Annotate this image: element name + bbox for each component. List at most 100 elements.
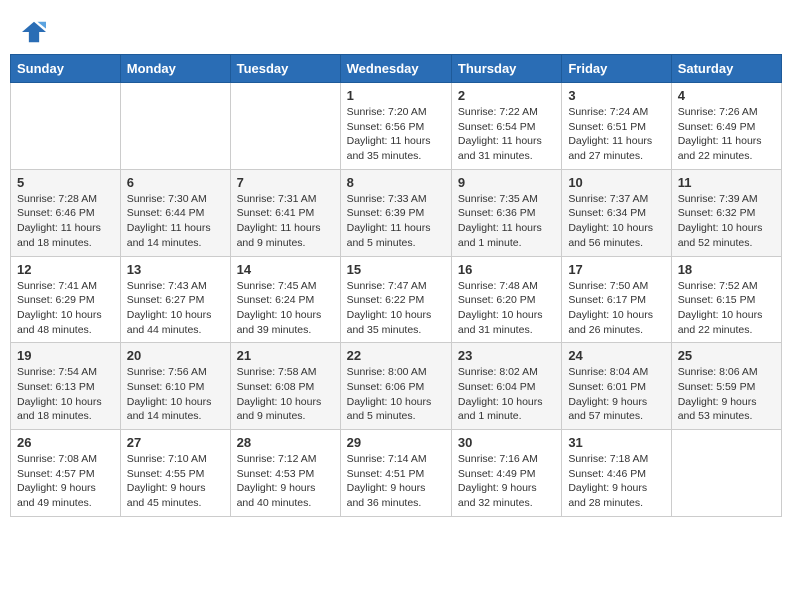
day-info: Sunrise: 7:18 AM Sunset: 4:46 PM Dayligh… xyxy=(568,452,664,511)
day-number: 24 xyxy=(568,348,664,363)
calendar-cell: 29 Sunrise: 7:14 AM Sunset: 4:51 PM Dayli… xyxy=(340,430,451,517)
col-header-sunday: Sunday xyxy=(11,55,121,83)
calendar-cell: 19Sunrise: 7:54 AM Sunset: 6:13 PM Dayli… xyxy=(11,343,121,430)
logo xyxy=(20,20,52,44)
calendar-cell: 1 Sunrise: 7:20 AM Sunset: 6:56 PM Daylig… xyxy=(340,83,451,170)
day-number: 28 xyxy=(237,435,334,450)
day-info: Sunrise: 7:48 AM Sunset: 6:20 PM Dayligh… xyxy=(458,279,555,338)
day-info: Sunrise: 7:54 AM Sunset: 6:13 PM Dayligh… xyxy=(17,365,114,424)
day-number: 31 xyxy=(568,435,664,450)
calendar-cell: 16 Sunrise: 7:48 AM Sunset: 6:20 PM Dayli… xyxy=(451,256,561,343)
week-row-1: 1 Sunrise: 7:20 AM Sunset: 6:56 PM Daylig… xyxy=(11,83,782,170)
calendar-cell: 17 Sunrise: 7:50 AM Sunset: 6:17 PM Dayli… xyxy=(562,256,671,343)
day-number: 20 xyxy=(127,348,224,363)
col-header-tuesday: Tuesday xyxy=(230,55,340,83)
calendar-cell: 10Sunrise: 7:37 AM Sunset: 6:34 PM Dayli… xyxy=(562,169,671,256)
calendar-cell: 4 Sunrise: 7:26 AM Sunset: 6:49 PM Daylig… xyxy=(671,83,781,170)
day-info: Sunrise: 7:12 AM Sunset: 4:53 PM Dayligh… xyxy=(237,452,334,511)
day-info: Sunrise: 7:10 AM Sunset: 4:55 PM Dayligh… xyxy=(127,452,224,511)
calendar-cell: 25 Sunrise: 8:06 AM Sunset: 5:59 PM Dayli… xyxy=(671,343,781,430)
day-info: Sunrise: 7:28 AM Sunset: 6:46 PM Dayligh… xyxy=(17,192,114,251)
day-info: Sunrise: 7:31 AM Sunset: 6:41 PM Dayligh… xyxy=(237,192,334,251)
day-info: Sunrise: 8:00 AM Sunset: 6:06 PM Dayligh… xyxy=(347,365,445,424)
day-number: 7 xyxy=(237,175,334,190)
day-info: Sunrise: 7:41 AM Sunset: 6:29 PM Dayligh… xyxy=(17,279,114,338)
day-info: Sunrise: 7:26 AM Sunset: 6:49 PM Dayligh… xyxy=(678,105,775,164)
day-number: 30 xyxy=(458,435,555,450)
calendar-cell: 20 Sunrise: 7:56 AM Sunset: 6:10 PM Dayli… xyxy=(120,343,230,430)
calendar-cell: 28 Sunrise: 7:12 AM Sunset: 4:53 PM Dayli… xyxy=(230,430,340,517)
calendar-header-row: SundayMondayTuesdayWednesdayThursdayFrid… xyxy=(11,55,782,83)
day-info: Sunrise: 7:50 AM Sunset: 6:17 PM Dayligh… xyxy=(568,279,664,338)
calendar-cell xyxy=(230,83,340,170)
calendar-table: SundayMondayTuesdayWednesdayThursdayFrid… xyxy=(10,54,782,517)
day-info: Sunrise: 7:08 AM Sunset: 4:57 PM Dayligh… xyxy=(17,452,114,511)
day-number: 4 xyxy=(678,88,775,103)
day-info: Sunrise: 7:45 AM Sunset: 6:24 PM Dayligh… xyxy=(237,279,334,338)
calendar-cell: 12 Sunrise: 7:41 AM Sunset: 6:29 PM Dayli… xyxy=(11,256,121,343)
week-row-2: 5 Sunrise: 7:28 AM Sunset: 6:46 PM Daylig… xyxy=(11,169,782,256)
calendar-cell: 8 Sunrise: 7:33 AM Sunset: 6:39 PM Daylig… xyxy=(340,169,451,256)
day-info: Sunrise: 7:39 AM Sunset: 6:32 PM Dayligh… xyxy=(678,192,775,251)
calendar-cell: 15Sunrise: 7:47 AM Sunset: 6:22 PM Dayli… xyxy=(340,256,451,343)
calendar-cell: 3 Sunrise: 7:24 AM Sunset: 6:51 PM Daylig… xyxy=(562,83,671,170)
day-info: Sunrise: 7:33 AM Sunset: 6:39 PM Dayligh… xyxy=(347,192,445,251)
day-info: Sunrise: 7:30 AM Sunset: 6:44 PM Dayligh… xyxy=(127,192,224,251)
day-info: Sunrise: 8:04 AM Sunset: 6:01 PM Dayligh… xyxy=(568,365,664,424)
day-number: 25 xyxy=(678,348,775,363)
day-info: Sunrise: 7:24 AM Sunset: 6:51 PM Dayligh… xyxy=(568,105,664,164)
day-number: 3 xyxy=(568,88,664,103)
day-number: 5 xyxy=(17,175,114,190)
day-number: 15 xyxy=(347,262,445,277)
week-row-3: 12 Sunrise: 7:41 AM Sunset: 6:29 PM Dayli… xyxy=(11,256,782,343)
day-info: Sunrise: 7:22 AM Sunset: 6:54 PM Dayligh… xyxy=(458,105,555,164)
day-info: Sunrise: 7:35 AM Sunset: 6:36 PM Dayligh… xyxy=(458,192,555,251)
col-header-friday: Friday xyxy=(562,55,671,83)
day-info: Sunrise: 7:14 AM Sunset: 4:51 PM Dayligh… xyxy=(347,452,445,511)
day-number: 13 xyxy=(127,262,224,277)
day-number: 6 xyxy=(127,175,224,190)
calendar-cell: 7 Sunrise: 7:31 AM Sunset: 6:41 PM Daylig… xyxy=(230,169,340,256)
day-number: 21 xyxy=(237,348,334,363)
col-header-monday: Monday xyxy=(120,55,230,83)
week-row-4: 19Sunrise: 7:54 AM Sunset: 6:13 PM Dayli… xyxy=(11,343,782,430)
day-number: 9 xyxy=(458,175,555,190)
col-header-thursday: Thursday xyxy=(451,55,561,83)
calendar-cell: 31 Sunrise: 7:18 AM Sunset: 4:46 PM Dayli… xyxy=(562,430,671,517)
calendar-cell: 23 Sunrise: 8:02 AM Sunset: 6:04 PM Dayli… xyxy=(451,343,561,430)
day-info: Sunrise: 7:20 AM Sunset: 6:56 PM Dayligh… xyxy=(347,105,445,164)
day-info: Sunrise: 7:56 AM Sunset: 6:10 PM Dayligh… xyxy=(127,365,224,424)
col-header-saturday: Saturday xyxy=(671,55,781,83)
calendar-cell: 22 Sunrise: 8:00 AM Sunset: 6:06 PM Dayli… xyxy=(340,343,451,430)
calendar-cell: 27 Sunrise: 7:10 AM Sunset: 4:55 PM Dayli… xyxy=(120,430,230,517)
day-info: Sunrise: 8:06 AM Sunset: 5:59 PM Dayligh… xyxy=(678,365,775,424)
day-number: 1 xyxy=(347,88,445,103)
day-number: 8 xyxy=(347,175,445,190)
day-number: 29 xyxy=(347,435,445,450)
calendar-cell: 14 Sunrise: 7:45 AM Sunset: 6:24 PM Dayli… xyxy=(230,256,340,343)
logo-icon xyxy=(20,20,48,44)
day-number: 26 xyxy=(17,435,114,450)
day-info: Sunrise: 7:37 AM Sunset: 6:34 PM Dayligh… xyxy=(568,192,664,251)
calendar-cell: 6 Sunrise: 7:30 AM Sunset: 6:44 PM Daylig… xyxy=(120,169,230,256)
day-number: 17 xyxy=(568,262,664,277)
calendar-cell xyxy=(120,83,230,170)
day-number: 23 xyxy=(458,348,555,363)
calendar-cell xyxy=(11,83,121,170)
col-header-wednesday: Wednesday xyxy=(340,55,451,83)
week-row-5: 26 Sunrise: 7:08 AM Sunset: 4:57 PM Dayli… xyxy=(11,430,782,517)
day-info: Sunrise: 7:58 AM Sunset: 6:08 PM Dayligh… xyxy=(237,365,334,424)
calendar-cell: 21 Sunrise: 7:58 AM Sunset: 6:08 PM Dayli… xyxy=(230,343,340,430)
calendar-cell: 11Sunrise: 7:39 AM Sunset: 6:32 PM Dayli… xyxy=(671,169,781,256)
day-number: 12 xyxy=(17,262,114,277)
calendar-cell: 26 Sunrise: 7:08 AM Sunset: 4:57 PM Dayli… xyxy=(11,430,121,517)
calendar-cell: 24 Sunrise: 8:04 AM Sunset: 6:01 PM Dayli… xyxy=(562,343,671,430)
day-number: 22 xyxy=(347,348,445,363)
day-number: 16 xyxy=(458,262,555,277)
day-info: Sunrise: 8:02 AM Sunset: 6:04 PM Dayligh… xyxy=(458,365,555,424)
day-info: Sunrise: 7:52 AM Sunset: 6:15 PM Dayligh… xyxy=(678,279,775,338)
day-info: Sunrise: 7:43 AM Sunset: 6:27 PM Dayligh… xyxy=(127,279,224,338)
day-number: 2 xyxy=(458,88,555,103)
day-number: 27 xyxy=(127,435,224,450)
day-number: 14 xyxy=(237,262,334,277)
